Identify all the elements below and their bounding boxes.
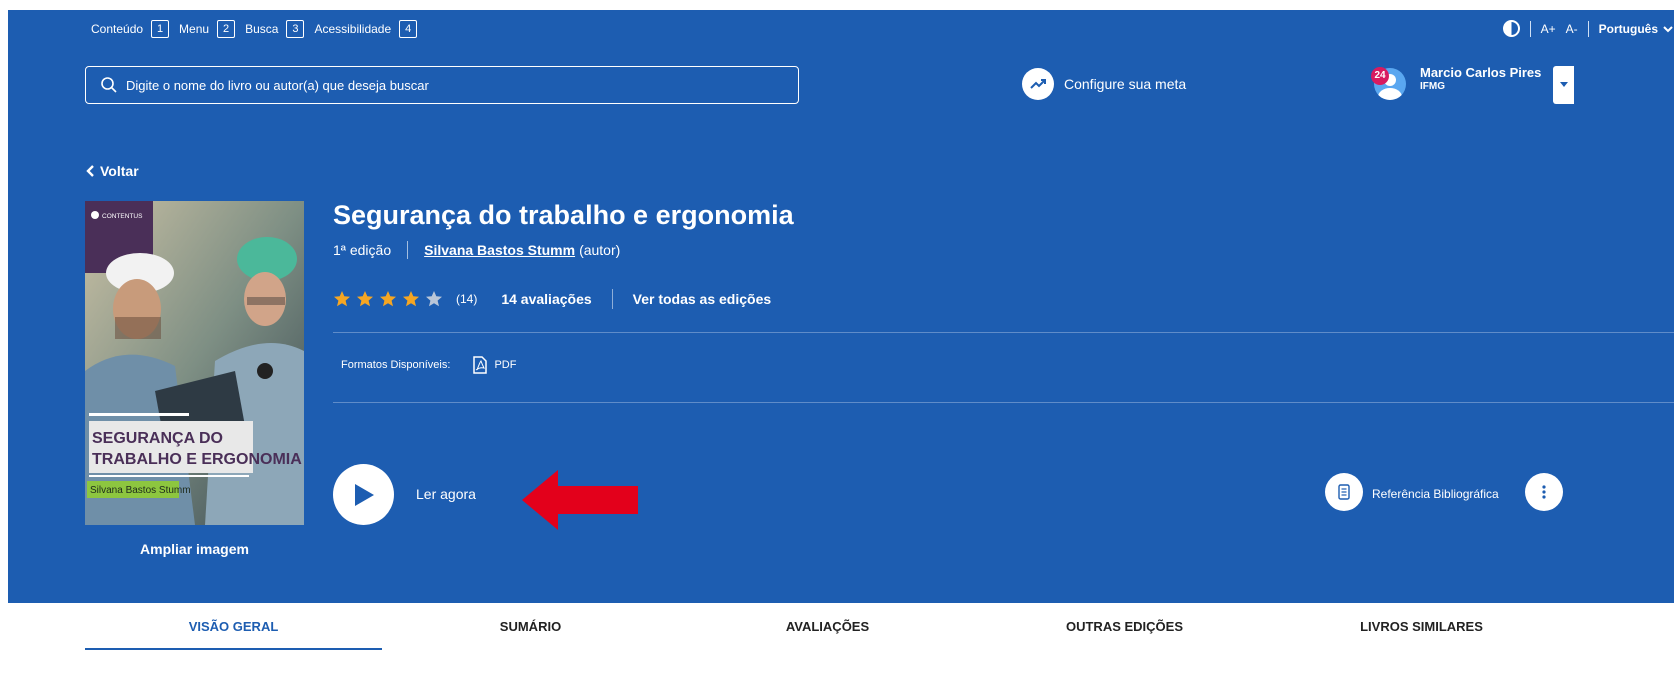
chevron-down-icon[interactable] — [1662, 23, 1674, 35]
skip-link-label: Busca — [245, 22, 279, 36]
skip-link-key: 3 — [286, 20, 305, 38]
more-vertical-icon — [1542, 485, 1546, 499]
accessibility-toolbar: A+ A- Português — [1502, 20, 1674, 37]
play-icon — [354, 483, 374, 506]
book-title: Segurança do trabalho e ergonomia — [333, 200, 794, 230]
document-icon — [1338, 484, 1350, 500]
language-selector[interactable]: Português — [1599, 22, 1658, 36]
divider — [407, 241, 409, 259]
annotation-arrow-icon — [522, 470, 638, 530]
contrast-icon[interactable] — [1502, 20, 1520, 37]
cover-publisher: CONTENTUS — [102, 213, 143, 220]
cover-title-line2: TRABALHO E ERGONOMIA — [92, 451, 302, 468]
star-empty-icon — [426, 291, 442, 307]
back-label: Voltar — [100, 163, 139, 179]
formats-label: Formatos Disponíveis: — [341, 359, 451, 371]
skip-link-label: Menu — [179, 22, 210, 36]
cover-author: Silvana Bastos Stumm — [90, 485, 191, 496]
star-filled-icon — [357, 291, 373, 307]
star-filled-icon — [334, 291, 350, 307]
tab-overview[interactable]: VISÃO GERAL — [85, 603, 382, 650]
divider — [1529, 20, 1531, 37]
enlarge-image-link[interactable]: Ampliar imagem — [85, 541, 304, 557]
read-now-button[interactable] — [333, 464, 394, 525]
font-increase-button[interactable]: A+ — [1541, 22, 1556, 36]
book-tabs: VISÃO GERAL SUMÁRIO AVALIAÇÕES OUTRAS ED… — [0, 603, 1674, 650]
all-editions-link[interactable]: Ver todas as edições — [633, 291, 772, 307]
skip-link-label: Conteúdo — [91, 22, 144, 36]
caret-down-icon — [1559, 82, 1568, 87]
search-input[interactable]: Digite o nome do livro ou autor(a) que d… — [85, 66, 799, 104]
star-filled-icon — [380, 291, 396, 307]
search-icon — [101, 77, 117, 93]
configure-goal-button[interactable]: Configure sua meta — [1022, 68, 1186, 100]
more-options-button[interactable] — [1525, 473, 1563, 511]
divider — [611, 289, 613, 309]
rating-count: (14) — [456, 292, 478, 306]
format-label: PDF — [494, 359, 517, 371]
book-edition-author: 1ª edição Silvana Bastos Stumm (autor) — [333, 241, 620, 259]
skip-link-menu[interactable]: Menu 2 — [179, 20, 236, 38]
divider — [333, 332, 1674, 333]
available-formats: Formatos Disponíveis: PDF — [341, 356, 516, 374]
skip-link-key: 2 — [217, 20, 236, 38]
publisher-logo-icon — [91, 211, 99, 219]
bibliographic-reference-button[interactable] — [1325, 473, 1363, 511]
tab-summary[interactable]: SUMÁRIO — [382, 603, 679, 650]
edition-label: 1ª edição — [333, 242, 392, 258]
rating-row: (14) 14 avaliações Ver todas as edições — [333, 289, 771, 309]
read-now-label[interactable]: Ler agora — [416, 486, 476, 502]
user-name: Marcio Carlos Pires — [1420, 65, 1542, 80]
skip-link-key: 4 — [399, 20, 418, 38]
star-rating — [333, 290, 448, 308]
book-cover-image[interactable]: SEGURANÇA DO TRABALHO E ERGONOMIA Silvan… — [85, 201, 304, 525]
notification-badge[interactable]: 24 — [1371, 67, 1389, 85]
back-link[interactable]: Voltar — [85, 163, 139, 179]
bibliographic-reference-label[interactable]: Referência Bibliográfica — [1372, 487, 1499, 501]
tab-reviews[interactable]: AVALIAÇÕES — [679, 603, 976, 650]
skip-link-content[interactable]: Conteúdo 1 — [91, 20, 170, 38]
skip-link-label: Acessibilidade — [314, 22, 392, 36]
configure-goal-label: Configure sua meta — [1064, 76, 1187, 92]
pdf-icon — [473, 356, 488, 374]
book-detail-page: Conteúdo 1 Menu 2 Busca 3 Acessibilidade… — [8, 10, 1674, 694]
author-link[interactable]: Silvana Bastos Stumm — [424, 242, 575, 258]
skip-link-accessibility[interactable]: Acessibilidade 4 — [314, 20, 418, 38]
divider — [333, 402, 1674, 403]
skip-link-key: 1 — [151, 20, 170, 38]
search-placeholder: Digite o nome do livro ou autor(a) que d… — [126, 77, 429, 93]
cover-title-line1: SEGURANÇA DO — [92, 430, 223, 447]
chevron-left-icon — [86, 165, 94, 177]
reviews-link[interactable]: 14 avaliações — [501, 291, 591, 307]
divider — [1587, 20, 1589, 37]
user-menu[interactable]: Marcio Carlos Pires IFMG — [1374, 65, 1541, 100]
tab-similar-books[interactable]: LIVROS SIMILARES — [1273, 603, 1570, 650]
author-role: (autor) — [579, 242, 621, 258]
skip-links: Conteúdo 1 Menu 2 Busca 3 Acessibilidade… — [91, 20, 427, 38]
skip-link-search[interactable]: Busca 3 — [245, 20, 305, 38]
star-filled-icon — [403, 291, 419, 307]
content-area — [0, 650, 1674, 694]
trend-icon — [1022, 68, 1054, 100]
user-dropdown-button[interactable] — [1553, 66, 1574, 104]
user-org: IFMG — [1420, 81, 1445, 92]
tab-other-editions[interactable]: OUTRAS EDIÇÕES — [976, 603, 1273, 650]
font-decrease-button[interactable]: A- — [1566, 22, 1578, 36]
format-pdf: PDF — [472, 356, 516, 374]
